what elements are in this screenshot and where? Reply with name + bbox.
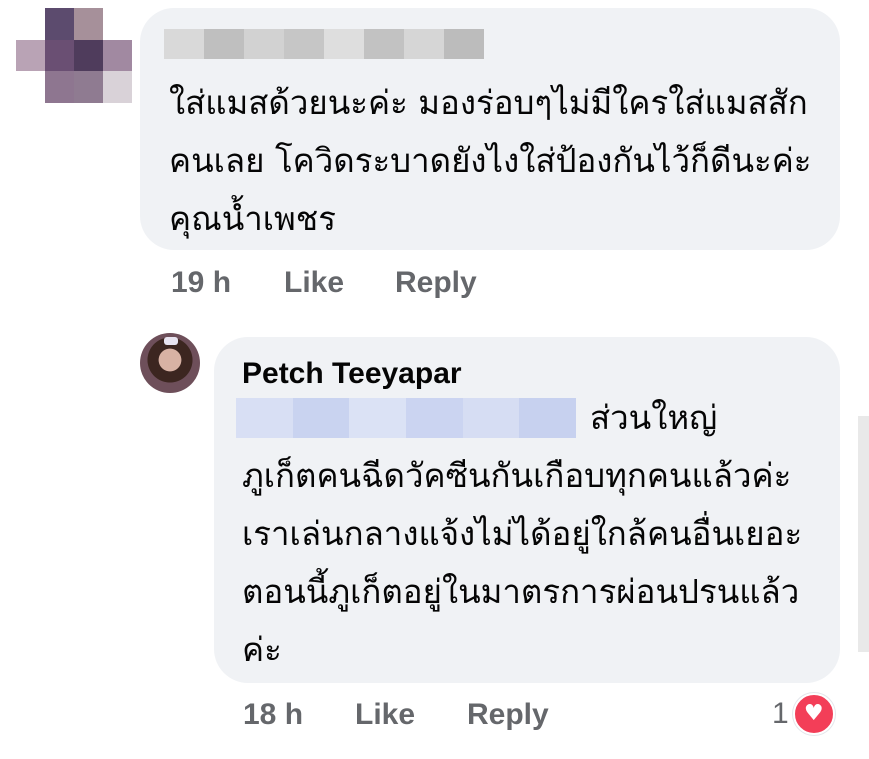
comment-timestamp[interactable]: 19 h <box>171 266 231 300</box>
heart-icon: ♥ <box>792 693 835 735</box>
reply-text-first-line: ส่วนใหญ่ <box>590 398 718 437</box>
reply-reply-button[interactable]: Reply <box>467 698 549 732</box>
reaction-count: 1 <box>772 697 789 730</box>
reply-actions: 18 h Like Reply <box>0 698 869 738</box>
blurred-commenter-name[interactable] <box>164 29 484 59</box>
scrollbar[interactable] <box>858 416 869 652</box>
comment-text: ใส่แมสด้วยนะค่ะ มองร่อบๆไม่มีใครใส่แมสสั… <box>169 83 812 238</box>
commenter-avatar-pixelated[interactable] <box>16 8 132 103</box>
reply-bubble: Petch Teeyapar ส่วนใหญ่ ภูเก็ตคนฉีดวัคซี… <box>214 337 840 683</box>
blurred-mention-tag[interactable] <box>236 398 577 438</box>
reply-author-avatar[interactable] <box>140 333 200 393</box>
reaction-summary[interactable]: 1 ♥ <box>772 693 835 735</box>
tiara-icon <box>164 337 178 345</box>
comment-actions: 19 h Like Reply <box>0 266 869 306</box>
reply-timestamp[interactable]: 18 h <box>243 698 303 732</box>
reply-author-name[interactable]: Petch Teeyapar <box>242 357 462 391</box>
comment-thread: ใส่แมสด้วยนะค่ะ มองร่อบๆไม่มีใครใส่แมสสั… <box>0 0 869 759</box>
reply-like-button[interactable]: Like <box>355 698 415 732</box>
comment-like-button[interactable]: Like <box>284 266 344 300</box>
comment-bubble: ใส่แมสด้วยนะค่ะ มองร่อบๆไม่มีใครใส่แมสสั… <box>140 8 840 250</box>
reply-text: ภูเก็ตคนฉีดวัคซีนกันเกือบทุกคนแล้วค่ะเรา… <box>242 456 803 669</box>
comment-reply-button[interactable]: Reply <box>395 266 477 300</box>
